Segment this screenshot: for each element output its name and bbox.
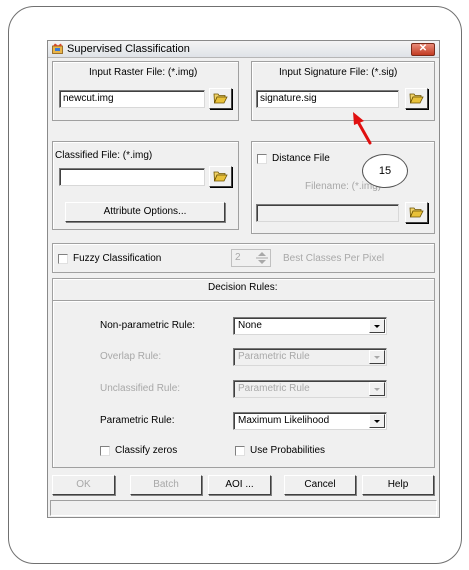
cancel-button[interactable]: Cancel: [284, 475, 356, 495]
chevron-down-icon[interactable]: [369, 414, 385, 428]
overlap-rule-label: Overlap Rule:: [100, 351, 162, 362]
close-icon: ✕: [418, 43, 428, 54]
parametric-rule-label: Parametric Rule:: [100, 415, 175, 426]
non-parametric-rule-label: Non-parametric Rule:: [100, 320, 196, 331]
parametric-rule-value: Maximum Likelihood: [238, 415, 330, 426]
attribute-options-button[interactable]: Attribute Options...: [65, 202, 225, 222]
title-bar: Supervised Classification ✕: [48, 41, 439, 58]
unclassified-rule-value: Parametric Rule: [238, 383, 310, 394]
close-button[interactable]: ✕: [411, 43, 435, 56]
folder-open-icon: [213, 93, 228, 104]
fuzzy-classification-group: Fuzzy Classification 2 Best Classes Per …: [52, 243, 435, 273]
classify-zeros-label: Classify zeros: [115, 445, 178, 456]
parametric-rule-select[interactable]: Maximum Likelihood: [233, 412, 387, 430]
folder-open-icon: [409, 93, 424, 104]
distance-file-group: Distance File Filename: (*.img): [251, 141, 435, 234]
distance-file-field: [256, 204, 399, 222]
classified-file-group: Classified File: (*.img) Attribute Optio…: [52, 141, 239, 230]
folder-open-icon: [409, 207, 424, 218]
fuzzy-classification-checkbox[interactable]: [58, 254, 68, 264]
input-signature-group: Input Signature File: (*.sig) signature.…: [251, 61, 435, 121]
fuzzy-classification-label: Fuzzy Classification: [73, 253, 162, 264]
input-raster-browse-button[interactable]: [209, 88, 232, 109]
input-raster-group: Input Raster File: (*.img) newcut.img: [52, 61, 239, 121]
distance-file-label: Distance File: [272, 153, 330, 164]
aoi-button[interactable]: AOI ...: [208, 475, 271, 495]
ok-button[interactable]: OK: [52, 475, 115, 495]
classified-file-field[interactable]: [59, 168, 205, 186]
non-parametric-rule-select[interactable]: None: [233, 317, 387, 335]
distance-file-browse-button[interactable]: [405, 202, 428, 223]
overlap-rule-value: Parametric Rule: [238, 351, 310, 362]
best-classes-value: 2: [235, 252, 241, 263]
window-title: Supervised Classification: [67, 43, 190, 55]
input-signature-field[interactable]: signature.sig: [256, 90, 399, 108]
classify-zeros-checkbox[interactable]: [100, 446, 110, 456]
best-classes-spinner: 2: [231, 249, 271, 267]
use-probabilities-label: Use Probabilities: [250, 445, 326, 456]
unclassified-rule-label: Unclassified Rule:: [100, 383, 181, 394]
batch-button[interactable]: Batch: [130, 475, 202, 495]
folder-open-icon: [213, 171, 228, 182]
app-icon: [52, 43, 63, 54]
chevron-down-icon: [369, 382, 385, 396]
input-signature-label: Input Signature File: (*.sig): [279, 67, 398, 78]
non-parametric-rule-value: None: [238, 320, 262, 331]
classified-file-label: Classified File: (*.img): [55, 150, 153, 161]
input-raster-field[interactable]: newcut.img: [59, 90, 205, 108]
help-button[interactable]: Help: [362, 475, 434, 495]
decision-rules-divider: [53, 300, 434, 302]
input-signature-browse-button[interactable]: [405, 88, 428, 109]
use-probabilities-checkbox[interactable]: [235, 446, 245, 456]
best-classes-label: Best Classes Per Pixel: [283, 253, 385, 264]
input-raster-label: Input Raster File: (*.img): [89, 67, 198, 78]
unclassified-rule-select: Parametric Rule: [233, 380, 387, 398]
chevron-down-icon[interactable]: [369, 319, 385, 333]
decision-rules-group: Decision Rules: Non-parametric Rule: Non…: [52, 278, 435, 468]
overlap-rule-select: Parametric Rule: [233, 348, 387, 366]
distance-file-checkbox[interactable]: [257, 154, 267, 164]
status-bar: [50, 500, 437, 516]
supervised-classification-dialog: Supervised Classification ✕ Input Raster…: [47, 40, 440, 518]
chevron-down-icon: [369, 350, 385, 364]
annotation-number-callout: 15: [362, 154, 408, 188]
decision-rules-heading: Decision Rules:: [208, 282, 278, 293]
classified-file-browse-button[interactable]: [209, 166, 232, 187]
spinner-arrows-icon: [256, 252, 268, 264]
